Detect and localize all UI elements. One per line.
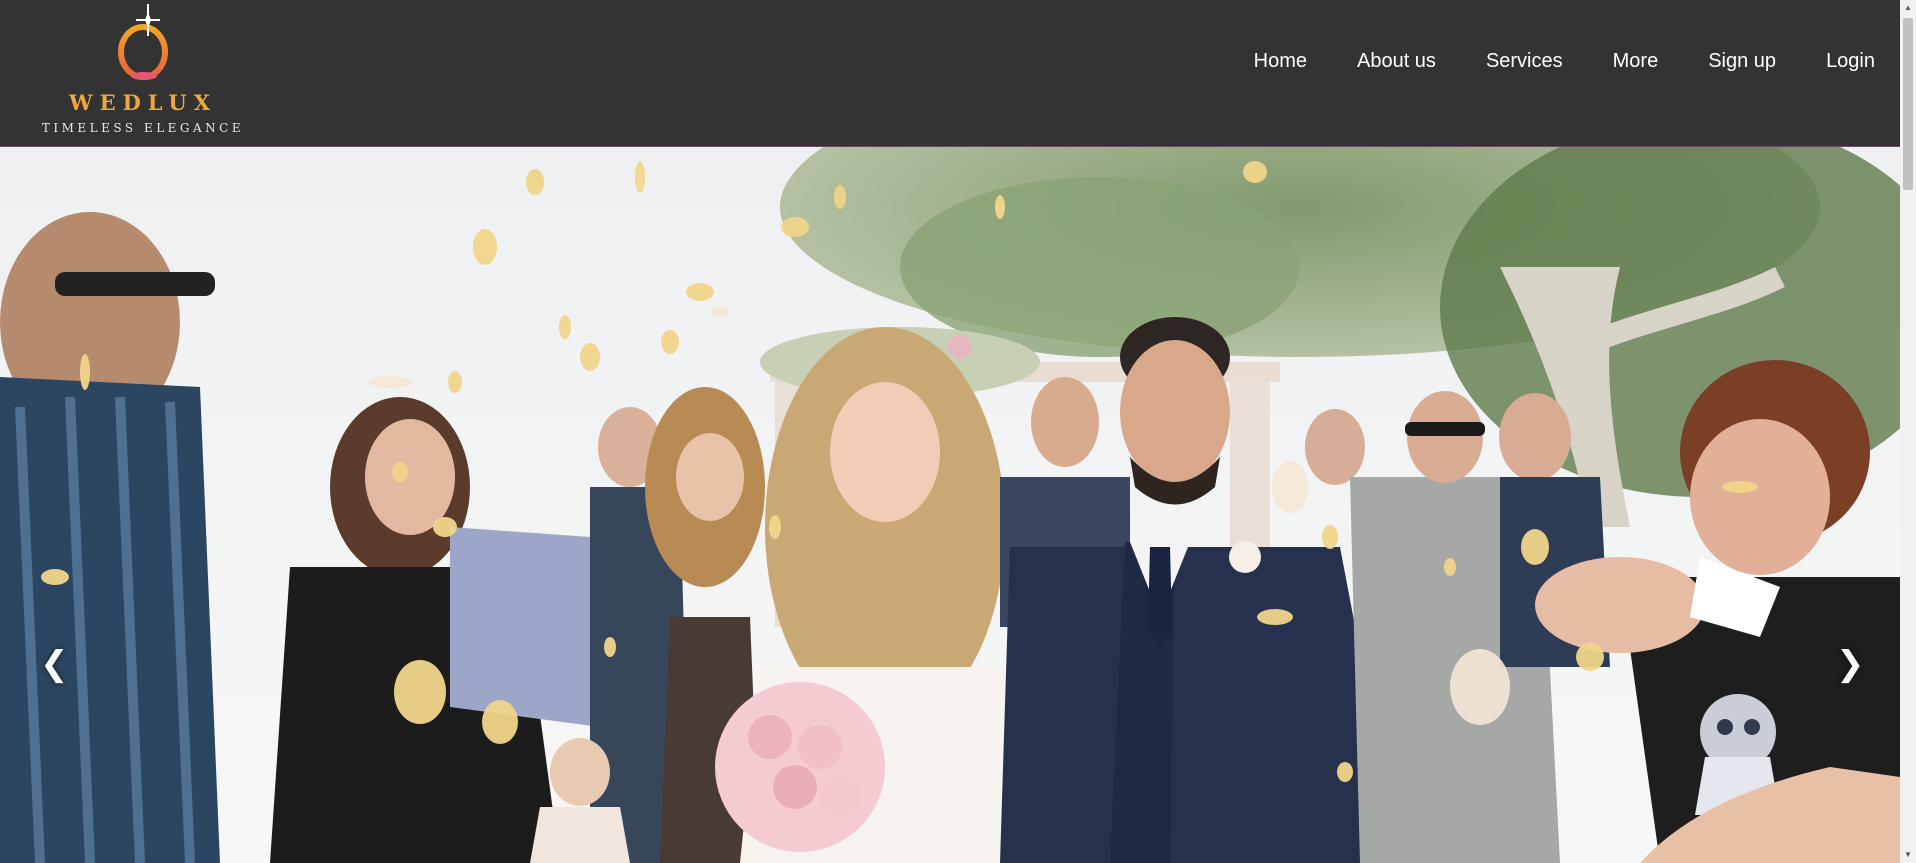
hero-carousel: ❮ ❯ [0, 147, 1900, 863]
brand-tagline: TIMELESS ELEGANCE [41, 121, 245, 135]
site-header: WEDLUX TIMELESS ELEGANCE Home About us S… [0, 0, 1900, 147]
nav-home[interactable]: Home [1229, 50, 1332, 73]
brand-name: WEDLUX [68, 90, 218, 115]
nav-sign-up[interactable]: Sign up [1683, 50, 1801, 73]
scroll-thumb[interactable] [1903, 18, 1913, 190]
brand-logo[interactable]: WEDLUX TIMELESS ELEGANCE [38, 2, 248, 142]
nav-more[interactable]: More [1588, 50, 1684, 73]
nav-about-us[interactable]: About us [1332, 50, 1461, 73]
scroll-up-icon[interactable]: ▲ [1900, 0, 1916, 16]
chevron-left-icon[interactable]: ❮ [40, 647, 69, 681]
nav-services[interactable]: Services [1461, 50, 1588, 73]
chevron-right-icon[interactable]: ❯ [1836, 647, 1865, 681]
scroll-down-icon[interactable]: ▼ [1900, 847, 1916, 863]
page-scrollbar[interactable]: ▲ ▼ [1900, 0, 1916, 863]
main-nav: Home About us Services More Sign up Logi… [1229, 0, 1900, 122]
ring-sparkle-icon [118, 4, 168, 80]
hero-image [0, 147, 1900, 863]
nav-login[interactable]: Login [1801, 50, 1900, 73]
page: WEDLUX TIMELESS ELEGANCE Home About us S… [0, 0, 1916, 863]
